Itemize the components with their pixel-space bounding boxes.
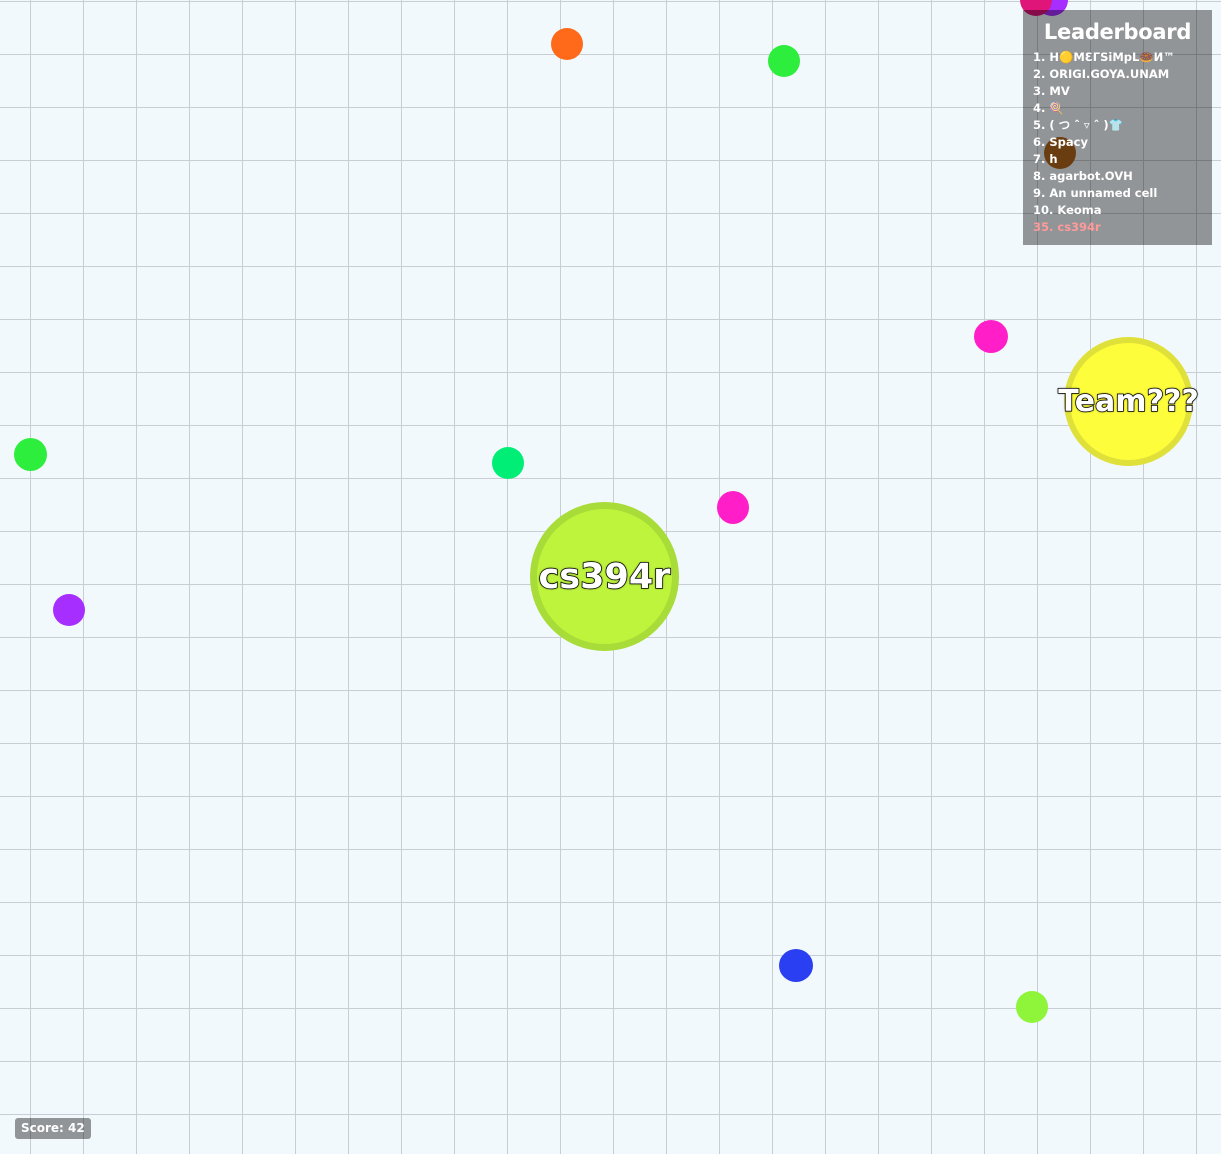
food-pellet: [768, 45, 800, 77]
food-pellet: [1016, 991, 1048, 1023]
food-pellet: [492, 447, 524, 479]
enemy-cell: Team???: [1057, 337, 1200, 466]
leaderboard-player-rank: 35. cs394r: [1033, 220, 1101, 234]
leaderboard-entry: 5. ( つ ˆ ▿ ˆ )👕: [1033, 118, 1123, 132]
player-cell: cs394r: [530, 502, 679, 651]
leaderboard-panel: Leaderboard 1. H🟡MƐГSiMpL🍩И™ 2. ORIGI.GO…: [1023, 10, 1212, 245]
leaderboard-entry: 7. h: [1033, 152, 1058, 166]
food-pellet: [551, 28, 583, 60]
food-pellet: [974, 320, 1008, 353]
leaderboard-entry: 3. MV: [1033, 84, 1070, 98]
leaderboard-entry: 1. H🟡MƐГSiMpL🍩И™: [1033, 50, 1175, 64]
score-display: Score: 42: [15, 1118, 91, 1139]
food-pellet: [717, 491, 749, 524]
enemy-cell-name: Team???: [1057, 383, 1199, 420]
leaderboard-entry: 6. Spacy: [1033, 135, 1088, 149]
leaderboard-entry: 10. Keoma: [1033, 203, 1102, 217]
player-cell-name: cs394r: [538, 556, 671, 598]
leaderboard-entry: 4. 🍭: [1033, 101, 1064, 115]
leaderboard-title: Leaderboard: [1043, 20, 1192, 44]
food-pellet: [14, 438, 47, 471]
leaderboard-entry: 2. ORIGI.GOYA.UNAM: [1033, 67, 1170, 81]
leaderboard-entry: 9. An unnamed cell: [1033, 186, 1158, 200]
food-pellet: [779, 949, 813, 982]
leaderboard-entry: 8. agarbot.OVH: [1033, 169, 1133, 183]
food-pellet: [53, 594, 85, 626]
